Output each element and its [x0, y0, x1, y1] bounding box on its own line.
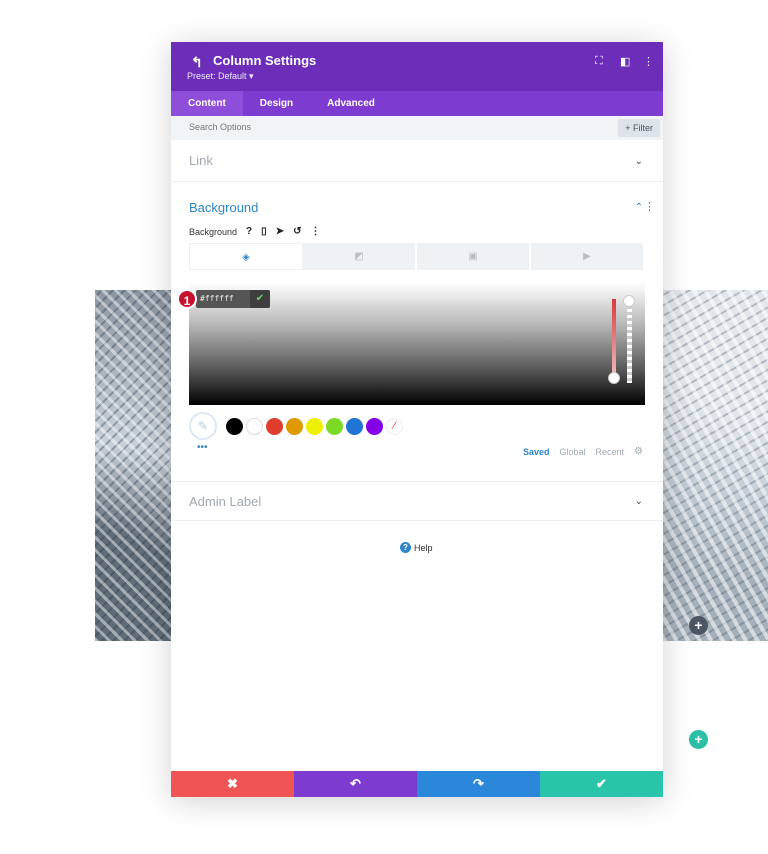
swatch-yellow[interactable]	[306, 418, 323, 435]
back-arrow-icon[interactable]: ↰	[191, 54, 203, 71]
swatch-blue[interactable]	[346, 418, 363, 435]
swatch-purple[interactable]	[366, 418, 383, 435]
color-swatches: ⁄	[226, 418, 403, 435]
mobile-icon[interactable]: ▯	[261, 226, 267, 237]
help-link[interactable]: ? Help	[400, 542, 433, 553]
split-view-icon[interactable]: ◧	[620, 55, 630, 68]
save-button[interactable]: ✔	[540, 771, 663, 797]
admin-label-section[interactable]: Admin Label ⌄	[171, 482, 663, 521]
undo-icon: ↶	[350, 776, 361, 791]
palette-tabs: Saved Global Recent ⚙	[523, 446, 643, 457]
modal-footer: ✖ ↶ ↷ ✔	[171, 771, 663, 797]
background-tile-image-right	[663, 290, 768, 641]
more-vertical-icon[interactable]: ⋮	[310, 226, 320, 237]
opacity-slider[interactable]	[627, 297, 632, 383]
link-section-title: Link	[189, 153, 213, 168]
swatch-white[interactable]	[246, 418, 263, 435]
color-fill-icon[interactable]: ◈	[189, 243, 303, 270]
no-color-icon[interactable]: ⁄	[386, 418, 403, 435]
hue-slider-handle[interactable]	[608, 372, 620, 384]
hue-slider[interactable]	[612, 299, 616, 379]
hex-color-value: #ffffff	[200, 294, 234, 303]
cancel-button[interactable]: ✖	[171, 771, 294, 797]
background-field-label: Background	[189, 226, 238, 237]
palette-tab-recent[interactable]: Recent	[596, 447, 625, 457]
pointer-icon[interactable]: ➤	[276, 226, 284, 237]
swatch-red[interactable]	[266, 418, 283, 435]
tab-content[interactable]: Content	[171, 91, 243, 116]
swatch-orange[interactable]	[286, 418, 303, 435]
chevron-down-icon[interactable]: ⌄	[635, 156, 643, 167]
tab-design[interactable]: Design	[243, 91, 310, 116]
background-field-label-row: Background ? ▯ ➤ ↺ ⋮	[189, 226, 320, 237]
image-icon[interactable]: ▣	[417, 243, 531, 270]
hex-color-input[interactable]: #ffffff ✔	[196, 290, 270, 308]
background-type-tabs: ◈ ◩ ▣ ▶	[189, 243, 645, 270]
opacity-slider-handle[interactable]	[623, 295, 635, 307]
more-vertical-icon[interactable]: ⋮	[644, 200, 655, 213]
background-section: Background ⌃ ⋮ Background ? ▯ ➤ ↺ ⋮ ◈ ◩ …	[171, 182, 663, 482]
help-label: Help	[414, 542, 433, 553]
redo-icon: ↷	[473, 776, 484, 791]
palette-tab-saved[interactable]: Saved	[523, 447, 550, 457]
reset-icon[interactable]: ↺	[293, 226, 301, 237]
search-input[interactable]	[189, 122, 489, 132]
help-icon[interactable]: ?	[246, 226, 252, 237]
swatch-green[interactable]	[326, 418, 343, 435]
chevron-down-icon[interactable]: ⌄	[635, 496, 643, 507]
preset-selector[interactable]: Preset: Default ▾	[187, 71, 254, 82]
palette-tab-global[interactable]: Global	[559, 447, 585, 457]
search-row: + Filter	[171, 116, 663, 140]
fullscreen-icon[interactable]: ⛶	[595, 55, 603, 68]
chevron-up-icon[interactable]: ⌃	[635, 202, 643, 213]
background-tile-image-left	[95, 290, 171, 641]
settings-tabs: Content Design Advanced	[171, 91, 663, 116]
admin-label-section-title: Admin Label	[189, 494, 262, 509]
close-icon: ✖	[227, 776, 238, 791]
column-settings-modal: ↰ Column Settings Preset: Default ▾ ⛶ ◧ …	[171, 42, 663, 797]
undo-button[interactable]: ↶	[294, 771, 417, 797]
more-swatches-icon[interactable]: •••	[197, 442, 208, 453]
more-vertical-icon[interactable]: ⋮	[643, 55, 654, 68]
modal-title: Column Settings	[213, 53, 317, 68]
gradient-icon[interactable]: ◩	[303, 243, 417, 270]
add-row-button[interactable]: +	[689, 730, 708, 749]
tab-advanced[interactable]: Advanced	[310, 91, 392, 116]
background-section-title[interactable]: Background	[189, 200, 258, 215]
help-icon: ?	[400, 542, 411, 553]
gear-icon[interactable]: ⚙	[634, 446, 643, 457]
modal-header: ↰ Column Settings Preset: Default ▾ ⛶ ◧ …	[171, 42, 663, 91]
filter-button[interactable]: + Filter	[618, 119, 660, 137]
check-icon: ✔	[596, 776, 607, 791]
current-color-swatch[interactable]: ✎	[189, 412, 217, 440]
add-module-button[interactable]: +	[689, 616, 708, 635]
link-section[interactable]: Link ⌄	[171, 140, 663, 182]
step-number-badge: 1	[177, 289, 197, 309]
video-icon[interactable]: ▶	[531, 243, 645, 270]
redo-button[interactable]: ↷	[417, 771, 540, 797]
swatch-black[interactable]	[226, 418, 243, 435]
check-icon[interactable]: ✔	[250, 290, 270, 308]
